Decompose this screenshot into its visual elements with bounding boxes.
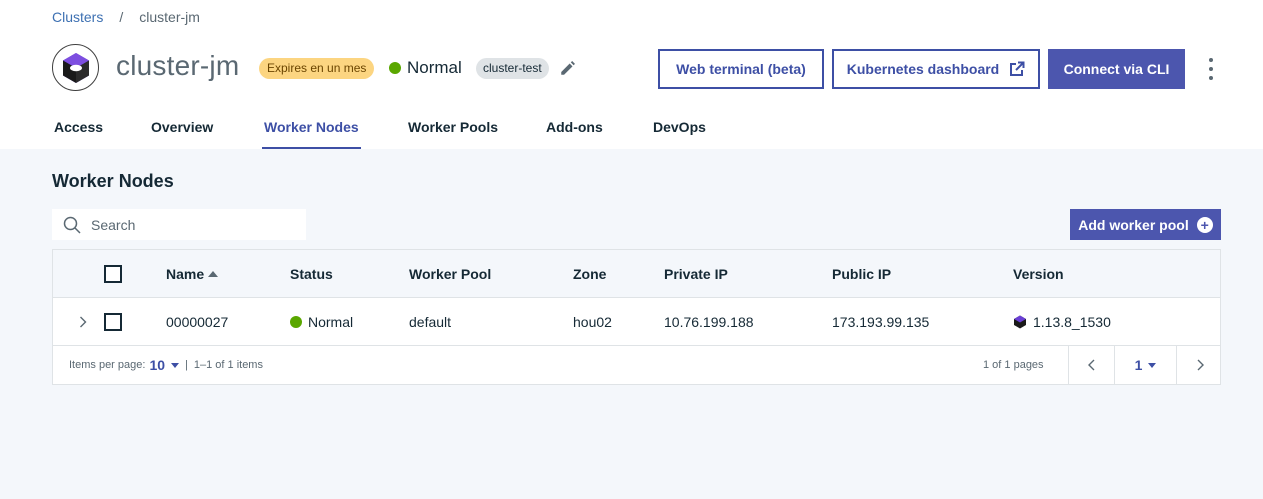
- page-select[interactable]: 1: [1114, 346, 1176, 384]
- breadcrumb: Clusters / cluster-jm: [52, 9, 200, 25]
- chevron-right-icon[interactable]: [77, 316, 89, 328]
- expand-row-cell: [77, 298, 89, 346]
- next-page-button[interactable]: [1176, 346, 1222, 384]
- row-checkbox[interactable]: [104, 313, 122, 331]
- column-header-zone: Zone: [573, 266, 607, 282]
- search-field[interactable]: [52, 209, 306, 240]
- column-header-version: Version: [1013, 266, 1064, 282]
- cluster-status-label: Normal: [407, 58, 462, 77]
- caret-down-icon: [1148, 362, 1157, 368]
- column-header-name[interactable]: Name: [166, 250, 219, 298]
- tab-access[interactable]: Access: [54, 110, 103, 149]
- cluster-status: Normal: [389, 58, 462, 78]
- add-circle-icon: +: [1196, 216, 1213, 233]
- kubernetes-dashboard-button[interactable]: Kubernetes dashboard: [832, 49, 1040, 89]
- column-header-name-label: Name: [166, 266, 205, 282]
- breadcrumb-clusters-link[interactable]: Clusters: [52, 9, 103, 25]
- column-header-worker-pool: Worker Pool: [409, 266, 492, 282]
- pages-count: 1 of 1 pages: [983, 359, 1044, 371]
- main-content: Worker Nodes Add worker pool + Name Stat…: [0, 149, 1263, 499]
- node-zone: hou02: [573, 314, 612, 330]
- add-worker-pool-label: Add worker pool: [1078, 216, 1189, 233]
- cluster-tag: cluster-test: [476, 58, 549, 79]
- connect-cli-label: Connect via CLI: [1063, 61, 1170, 77]
- add-worker-pool-button[interactable]: Add worker pool +: [1070, 209, 1221, 240]
- chevron-right-icon: [1197, 359, 1204, 371]
- tab-overview[interactable]: Overview: [151, 110, 213, 149]
- breadcrumb-current: cluster-jm: [139, 9, 200, 25]
- tab-worker-pools[interactable]: Worker Pools: [408, 110, 498, 149]
- worker-nodes-table: Name Status Worker Pool Zone Private IP …: [52, 249, 1221, 385]
- status-ok-icon: [290, 316, 302, 328]
- kubernetes-dashboard-label: Kubernetes dashboard: [846, 61, 1000, 77]
- tab-worker-nodes[interactable]: Worker Nodes: [262, 110, 361, 149]
- row-select-cell: [104, 298, 122, 346]
- column-header-public-ip: Public IP: [832, 266, 892, 282]
- tab-add-ons[interactable]: Add-ons: [546, 110, 603, 149]
- items-per-page-value: 10: [149, 357, 166, 373]
- pagination-left: Items per page: 10 | 1–1 of 1 items: [69, 346, 263, 384]
- node-status-label: Normal: [308, 314, 354, 330]
- overflow-dot: [1209, 58, 1213, 62]
- node-public-ip: 173.193.99.135: [832, 314, 930, 330]
- node-status: Normal: [290, 298, 353, 346]
- node-version: 1.13.8_1530: [1013, 298, 1111, 346]
- select-all-checkbox[interactable]: [104, 265, 122, 283]
- web-terminal-button[interactable]: Web terminal (beta): [658, 49, 824, 89]
- node-name: 00000027: [166, 314, 229, 330]
- node-private-ip: 10.76.199.188: [664, 314, 754, 330]
- expires-badge: Expires en un mes: [259, 58, 375, 79]
- sort-ascending-icon: [208, 271, 219, 277]
- pagination: Items per page: 10 | 1–1 of 1 items 1 of…: [53, 346, 1220, 384]
- column-header-private-ip: Private IP: [664, 266, 728, 282]
- launch-icon: [1010, 61, 1025, 76]
- chevron-left-icon: [1087, 359, 1094, 371]
- node-worker-pool: default: [409, 314, 452, 330]
- tab-bar: Access Overview Worker Nodes Worker Pool…: [0, 110, 1263, 149]
- pencil-icon[interactable]: [559, 59, 577, 77]
- status-ok-icon: [389, 62, 401, 74]
- kubernetes-version-icon: [1014, 315, 1026, 329]
- web-terminal-label: Web terminal (beta): [676, 61, 806, 77]
- node-version-label: 1.13.8_1530: [1033, 314, 1111, 330]
- table-row[interactable]: 00000027 Normal default hou02 10.76.199.…: [53, 298, 1220, 346]
- caret-down-icon: [171, 362, 180, 368]
- page-header: Clusters / cluster-jm cluster-jm Expires…: [0, 0, 1263, 149]
- connect-cli-button[interactable]: Connect via CLI: [1048, 49, 1185, 89]
- current-page-value: 1: [1134, 357, 1143, 373]
- items-per-page-select[interactable]: 10: [149, 357, 180, 373]
- search-icon: [63, 216, 81, 234]
- table-header: Name Status Worker Pool Zone Private IP …: [53, 250, 1220, 298]
- items-range: 1–1 of 1 items: [193, 359, 263, 371]
- column-header-status: Status: [290, 266, 333, 282]
- section-title: Worker Nodes: [52, 171, 174, 191]
- select-all-cell: [104, 250, 122, 298]
- overflow-menu-icon[interactable]: [1200, 56, 1222, 82]
- pagination-divider: |: [185, 359, 188, 371]
- page-title: cluster-jm: [116, 50, 240, 81]
- search-input[interactable]: [91, 216, 301, 233]
- breadcrumb-separator: /: [119, 9, 124, 25]
- previous-page-button[interactable]: [1068, 346, 1114, 384]
- items-per-page-label: Items per page:: [69, 359, 146, 371]
- overflow-dot: [1209, 67, 1213, 71]
- cluster-logo-icon: [52, 44, 99, 91]
- overflow-dot: [1209, 76, 1213, 80]
- tab-devops[interactable]: DevOps: [653, 110, 706, 149]
